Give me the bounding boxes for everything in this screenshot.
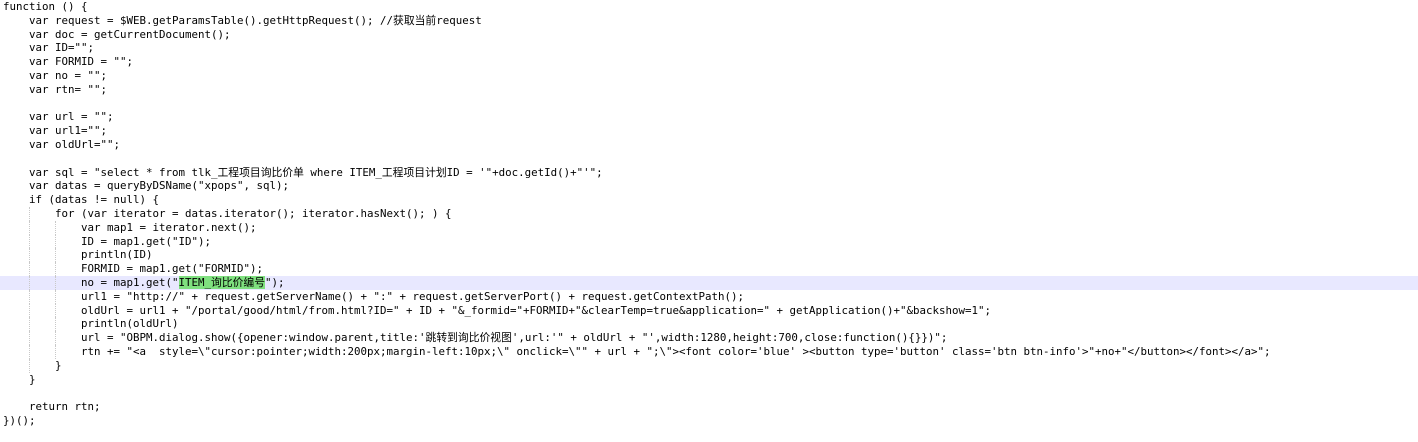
code-text: return rtn; [3,400,101,414]
code-text: var url = ""; [3,110,114,124]
code-text: var request = $WEB.getParamsTable().getH… [3,13,482,27]
code-text: var ID=""; [3,41,95,55]
code-line: var url1=""; [3,124,1418,138]
code-line: var request = $WEB.getParamsTable().getH… [3,14,1418,28]
indent-guide [29,262,30,276]
code-text: } [3,358,62,372]
code-text: var oldUrl=""; [3,137,121,151]
code-line: if (datas != null) { [3,193,1418,207]
code-line: } [3,373,1418,387]
code-line: var ID=""; [3,41,1418,55]
indent-guide [55,317,56,332]
code-line: println(oldUrl) [3,317,1418,332]
indent-guide [29,206,30,221]
code-line: ID = map1.get("ID"); [3,234,1418,249]
code-line: var datas = queryByDSName("xpops", sql); [3,179,1418,193]
code-line: var map1 = iterator.next(); [3,220,1418,235]
indent-guide [55,262,56,276]
code-text: println(ID) [3,248,153,262]
code-line: })(); [3,414,1418,428]
code-line: var no = ""; [3,69,1418,83]
code-line: var sql = "select * from tlk_工程项目询比价单 wh… [3,166,1418,180]
code-text: url = "OBPM.dialog.show({opener:window.p… [3,331,948,345]
indent-guide [29,344,30,359]
code-text: var sql = "select * from tlk_工程项目询比价单 wh… [3,165,603,179]
indent-guide [55,248,56,263]
code-line: for (var iterator = datas.iterator(); it… [3,206,1418,221]
indent-guide [29,248,30,263]
code-line: FORMID = map1.get("FORMID"); [3,262,1418,276]
code-text: oldUrl = url1 + "/portal/good/html/from.… [3,303,992,317]
indent-guide [29,234,30,249]
indent-guide [55,331,56,345]
code-text: var doc = getCurrentDocument(); [3,27,231,41]
search-highlight: ITEM_询比价编号 [178,275,266,289]
code-text: })(); [3,413,36,427]
code-line: println(ID) [3,248,1418,263]
indent-guide [29,317,30,332]
code-line: var oldUrl=""; [3,138,1418,152]
code-editor[interactable]: function () { var request = $WEB.getPara… [0,0,1418,442]
code-text: var rtn= ""; [3,82,108,96]
indent-guide [55,344,56,359]
code-text: "); [265,275,285,289]
code-line: } [3,358,1418,373]
code-text: var map1 = iterator.next(); [3,220,257,234]
code-text: var no = ""; [3,68,108,82]
indent-guide [55,220,56,235]
indent-guide [55,289,56,304]
code-line: rtn += "<a style=\"cursor:pointer;width:… [3,344,1418,359]
code-text: url1 = "http://" + request.getServerName… [3,289,745,303]
code-text: var FORMID = ""; [3,55,134,69]
indent-guide [29,275,30,290]
indent-guide [29,303,30,318]
indent-guide [29,289,30,304]
code-line: url = "OBPM.dialog.show({opener:window.p… [3,331,1418,345]
code-line: oldUrl = url1 + "/portal/good/html/from.… [3,303,1418,318]
indent-guide [55,275,56,290]
code-text: for (var iterator = datas.iterator(); it… [3,206,452,220]
code-line: var rtn= ""; [3,83,1418,97]
indent-guide [29,220,30,235]
code-line: var doc = getCurrentDocument(); [3,28,1418,42]
code-area[interactable]: function () { var request = $WEB.getPara… [0,0,1418,428]
code-text: } [3,372,36,386]
indent-guide [55,303,56,318]
code-line: return rtn; [3,400,1418,414]
code-line-current: no = map1.get("ITEM_询比价编号"); [0,275,1418,290]
code-line: var url = ""; [3,110,1418,124]
indent-guide [55,234,56,249]
indent-guide [29,358,30,373]
code-line [3,152,1418,166]
code-line [3,386,1418,400]
code-text: FORMID = map1.get("FORMID"); [3,262,264,276]
code-text: var datas = queryByDSName("xpops", sql); [3,179,290,193]
code-line: var FORMID = ""; [3,55,1418,69]
code-line: function () { [3,0,1418,14]
code-line [3,97,1418,111]
code-text: if (datas != null) { [3,193,160,207]
code-text: rtn += "<a style=\"cursor:pointer;width:… [3,344,1271,358]
code-text: ID = map1.get("ID"); [3,234,212,248]
indent-guide [29,331,30,345]
code-text: var url1=""; [3,124,108,138]
code-text: function () { [3,0,88,13]
code-line: url1 = "http://" + request.getServerName… [3,289,1418,304]
